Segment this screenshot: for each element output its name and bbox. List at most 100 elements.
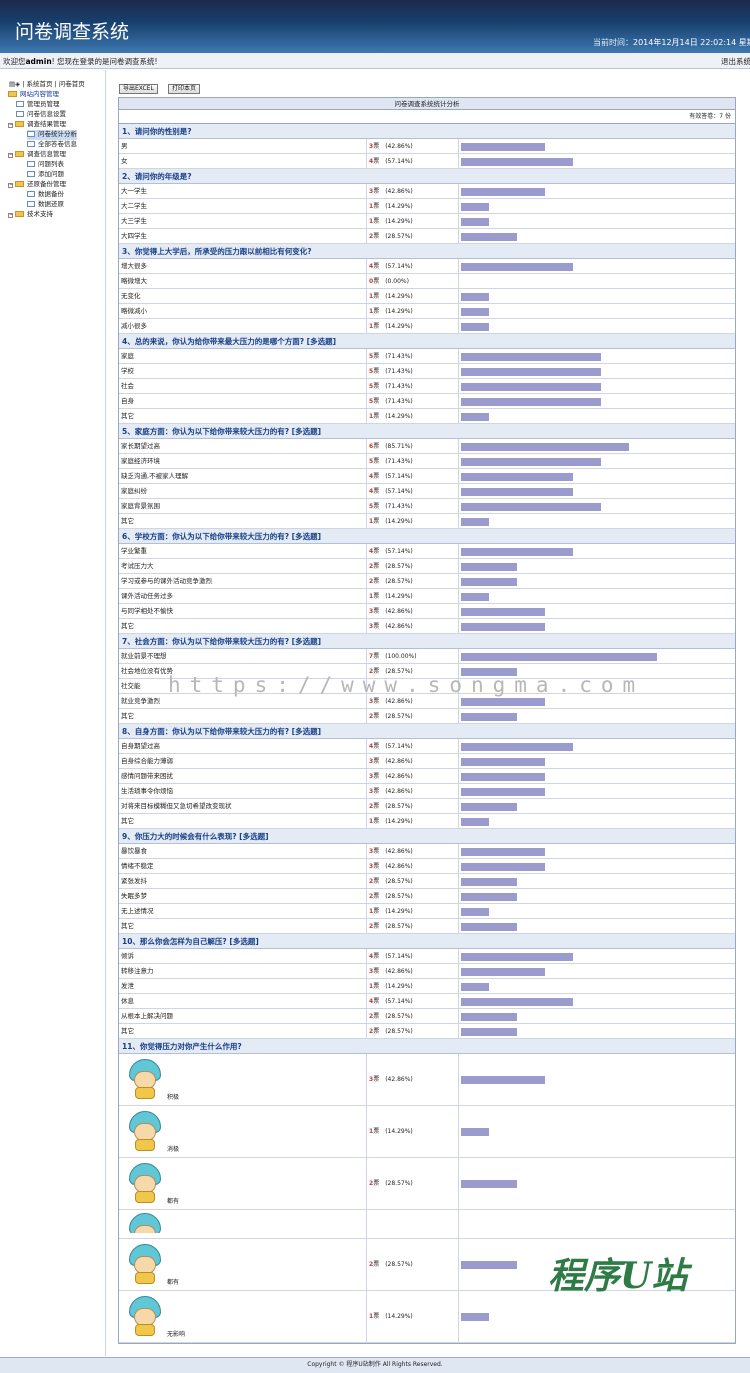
option-label: 无影响 — [167, 1331, 186, 1338]
vote-count: 2票 (28.57%) — [366, 1239, 459, 1290]
option-label: 家庭 — [121, 352, 134, 360]
option-label: 都有 — [167, 1198, 180, 1205]
current-time: 当前时间：2014年12月14日 22:02:14 星期日 — [593, 37, 750, 48]
sidebar-item[interactable]: 数据备份 — [27, 190, 64, 200]
sidebar-item[interactable]: − 技术支持 — [8, 210, 53, 220]
answer-row: 大三学生 1票 (14.29%) — [119, 214, 735, 229]
vote-percent: 票 (14.29%) — [373, 908, 413, 915]
answer-row: 暴饮暴食 3票 (42.86%) — [119, 844, 735, 859]
vote-count: 2票 (28.57%) — [366, 1158, 459, 1209]
sidebar-item-label: 问卷统计分析 — [38, 130, 77, 138]
sidebar-item-label: 网站内容管理 — [20, 90, 59, 98]
question-title: 11、你觉得压力对你产生什么作用? — [119, 1039, 735, 1054]
percent-bar — [461, 263, 573, 271]
home-links-text[interactable]: | 系统首页 | 问卷首页 — [22, 80, 85, 88]
page-icon — [27, 161, 35, 167]
option-label: 自身期望过高 — [121, 742, 160, 750]
expand-toggle-icon[interactable]: − — [8, 153, 13, 158]
option-label: 大四学生 — [121, 232, 147, 240]
answer-row: 自身期望过高 4票 (57.14%) — [119, 739, 735, 754]
answer-row: 略微减小 1票 (14.29%) — [119, 304, 735, 319]
vote-percent: 票 (28.57%) — [373, 1028, 413, 1035]
vote-count: 3票 (42.86%) — [366, 619, 459, 633]
question-title: 4、总的来说，你认为给你带来最大压力的是哪个方面? [多选题] — [119, 334, 735, 349]
welcome-prefix: 欢迎您 — [3, 57, 26, 66]
app-header: 问卷调查系统 当前时间：2014年12月14日 22:02:14 星期日 — [0, 0, 750, 53]
option-label: 略微增大 — [121, 277, 147, 285]
sidebar-item[interactable]: 全部答卷信息 — [27, 140, 77, 150]
print-button[interactable]: 打印本页 — [168, 84, 201, 94]
sidebar-item[interactable]: 问题列表 — [27, 160, 64, 170]
answer-row: 消极 1票 (14.29%) — [119, 1106, 735, 1158]
sidebar-item-label: 添加问题 — [38, 170, 64, 178]
percent-bar — [461, 608, 545, 616]
percent-bar — [461, 1028, 517, 1036]
time-value: 2014年12月14日 22:02:14 星期日 — [633, 38, 750, 47]
expand-toggle-icon[interactable]: − — [8, 183, 13, 188]
sidebar-item[interactable]: 管理员管理 — [16, 100, 60, 110]
sidebar-item[interactable]: 问卷统计分析 — [27, 130, 77, 140]
question-title: 7、社会方面：你认为以下给你带来较大压力的有? [多选题] — [119, 634, 735, 649]
vote-percent: 票 (57.14%) — [373, 743, 413, 750]
option-avatar-icon — [125, 1111, 165, 1151]
vote-percent: 票 (42.86%) — [373, 848, 413, 855]
percent-bar — [461, 758, 545, 766]
folder-icon — [15, 181, 24, 187]
option-label: 就业前景不理想 — [121, 652, 167, 660]
export-excel-button[interactable]: 导出EXCEL — [119, 84, 158, 94]
answer-row: 都有 2票 (28.57%) — [119, 1158, 735, 1210]
vote-percent: 票 (42.86%) — [373, 788, 413, 795]
vote-count: 2票 (28.57%) — [366, 709, 459, 723]
vote-count: 3票 (42.86%) — [366, 1054, 459, 1105]
sidebar-item[interactable]: 网站内容管理 — [8, 90, 59, 100]
expand-toggle-icon[interactable]: − — [8, 213, 13, 218]
vote-count: 5票 (71.43%) — [366, 394, 459, 408]
folder-icon — [15, 211, 24, 217]
percent-bar — [461, 1013, 517, 1021]
sidebar-item-label: 技术支持 — [27, 210, 53, 218]
vote-percent: 票 (42.86%) — [373, 1076, 413, 1083]
answer-row: 其它 3票 (42.86%) — [119, 619, 735, 634]
vote-percent: 票 (14.29%) — [373, 413, 413, 420]
question-title: 6、学校方面：你认为以下给你带来较大压力的有? [多选题] — [119, 529, 735, 544]
vote-percent: 票 (100.00%) — [373, 653, 417, 660]
sidebar-item[interactable]: 数据还原 — [27, 200, 64, 210]
percent-bar — [461, 488, 573, 496]
vote-percent: 票 (28.57%) — [373, 578, 413, 585]
vote-percent: 票 (71.43%) — [373, 458, 413, 465]
vote-percent: 票 (14.29%) — [373, 218, 413, 225]
option-label: 女 — [121, 157, 128, 165]
vote-count: 3票 (42.86%) — [366, 139, 459, 153]
sidebar-home-links[interactable]: ▤◈ | 系统首页 | 问卷首页 — [9, 78, 85, 88]
sidebar-item[interactable]: 问卷信息设置 — [16, 110, 66, 120]
answer-row: 大四学生 2票 (28.57%) — [119, 229, 735, 244]
vote-percent: 票 (57.14%) — [373, 263, 413, 270]
vote-count: 2票 (28.57%) — [366, 799, 459, 813]
vote-count: 4票 (57.14%) — [366, 154, 459, 168]
sidebar-item-label: 数据备份 — [38, 190, 64, 198]
vote-count: 2票 (28.57%) — [366, 919, 459, 933]
sidebar-item[interactable]: 添加问题 — [27, 170, 64, 180]
question-title: 5、家庭方面：你认为以下给你带来较大压力的有? [多选题] — [119, 424, 735, 439]
option-label: 家庭背景氛围 — [121, 502, 160, 510]
percent-bar — [461, 368, 601, 376]
sidebar-item[interactable]: − 调查信息管理 — [8, 150, 66, 160]
option-label: 缺乏沟通,不被家人理解 — [121, 472, 189, 480]
sidebar-item[interactable]: − 还原备份管理 — [8, 180, 66, 190]
answer-row: 其它 2票 (28.57%) — [119, 1024, 735, 1039]
vote-percent: 票 (42.86%) — [373, 773, 413, 780]
option-label: 减小很多 — [121, 322, 147, 330]
logout-link[interactable]: 退出系统 — [721, 56, 750, 67]
percent-bar — [461, 158, 573, 166]
answer-row: 家庭经济环境 5票 (71.43%) — [119, 454, 735, 469]
percent-bar — [461, 863, 545, 871]
question-title: 10、那么你会怎样为自己解压? [多选题] — [119, 934, 735, 949]
option-label: 消极 — [167, 1146, 180, 1153]
expand-toggle-icon[interactable]: − — [8, 123, 13, 128]
percent-bar — [461, 1261, 517, 1269]
option-label: 社会 — [121, 382, 134, 390]
vote-count: 4票 (57.14%) — [366, 259, 459, 273]
vote-count: 3票 (42.86%) — [366, 604, 459, 618]
sidebar-item[interactable]: − 调查结果管理 — [8, 120, 66, 130]
answer-row: 转移注意力 3票 (42.86%) — [119, 964, 735, 979]
